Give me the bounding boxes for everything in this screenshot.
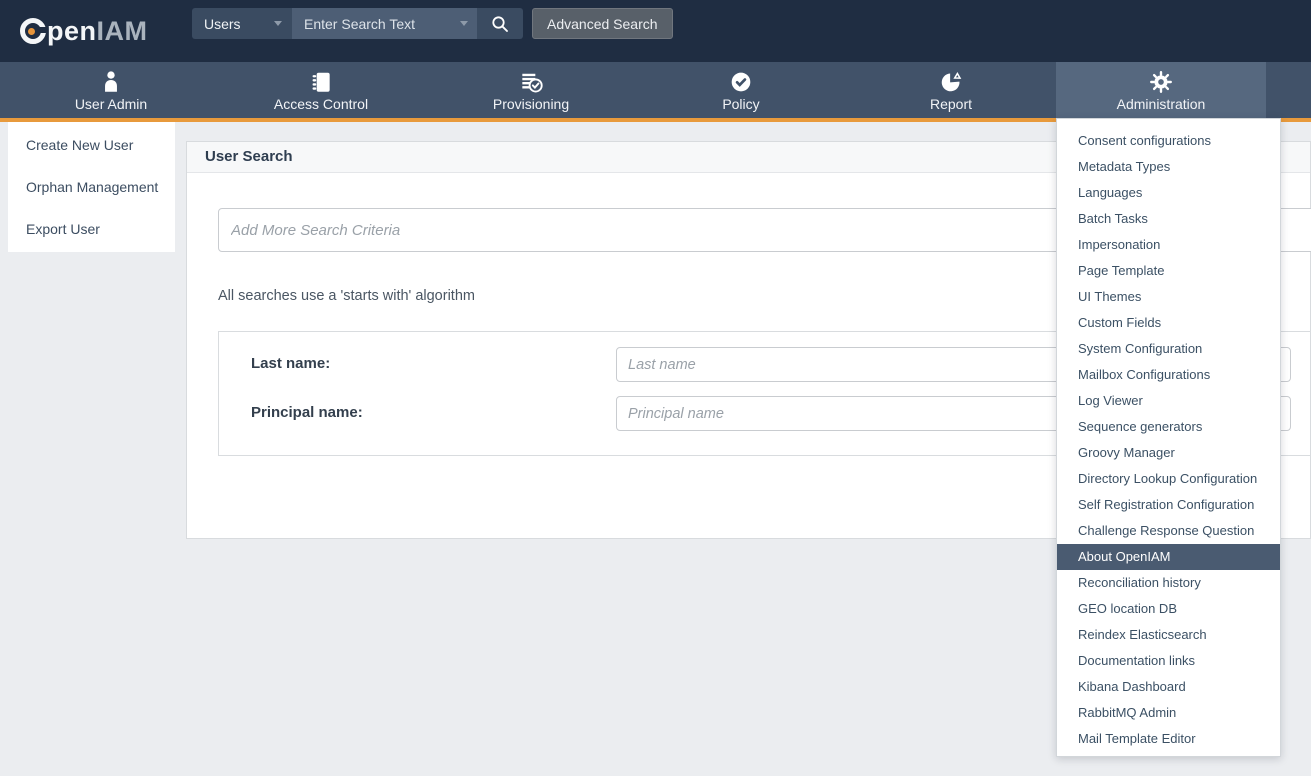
sidebar-item-orphan-management[interactable]: Orphan Management — [8, 166, 175, 208]
tab-user-admin[interactable]: User Admin — [6, 62, 216, 118]
menu-item-label: Metadata Types — [1078, 159, 1170, 174]
last-name-label: Last name: — [251, 347, 330, 382]
tab-report[interactable]: Report — [846, 62, 1056, 118]
screen: penIAM Users Advanced Search User Admin — [0, 0, 1311, 776]
menu-item[interactable]: Kibana Dashboard — [1057, 674, 1280, 700]
menu-item-label: Mailbox Configurations — [1078, 367, 1210, 382]
user-icon — [6, 68, 216, 95]
menu-item-label: Documentation links — [1078, 653, 1195, 668]
logo-o-icon — [20, 18, 46, 44]
search-scope-value: Users — [204, 16, 274, 32]
menu-item[interactable]: Challenge Response Question — [1057, 518, 1280, 544]
menu-item[interactable]: Groovy Manager — [1057, 440, 1280, 466]
menu-item-label: Reconciliation history — [1078, 575, 1201, 590]
menu-item[interactable]: Reconciliation history — [1057, 570, 1280, 596]
search-algorithm-note: All searches use a 'starts with' algorit… — [218, 288, 475, 304]
menu-item-label: Log Viewer — [1078, 393, 1143, 408]
menu-item-label: RabbitMQ Admin — [1078, 705, 1176, 720]
global-search-input[interactable] — [292, 8, 477, 39]
menu-item-label: Languages — [1078, 185, 1142, 200]
menu-item-label: Mail Template Editor — [1078, 731, 1196, 746]
advanced-search-button[interactable]: Advanced Search — [532, 8, 673, 39]
topbar: penIAM Users Advanced Search — [0, 0, 1311, 62]
logo-text-iam: IAM — [97, 16, 148, 47]
search-button[interactable] — [477, 8, 523, 39]
menu-item-label: Impersonation — [1078, 237, 1160, 252]
menu-item[interactable]: Metadata Types — [1057, 154, 1280, 180]
menu-item[interactable]: About OpenIAM — [1057, 544, 1280, 570]
menu-item[interactable]: Log Viewer — [1057, 388, 1280, 414]
main-nav: User Admin Access Control Provisioning P… — [0, 62, 1311, 118]
tab-label: Provisioning — [426, 95, 636, 113]
tab-label: Administration — [1056, 95, 1266, 113]
menu-item-label: GEO location DB — [1078, 601, 1177, 616]
tab-label: Access Control — [216, 95, 426, 113]
menu-item[interactable]: Self Registration Configuration — [1057, 492, 1280, 518]
tab-administration[interactable]: Administration — [1056, 62, 1266, 118]
menu-item[interactable]: System Configuration — [1057, 336, 1280, 362]
menu-item[interactable]: UI Themes — [1057, 284, 1280, 310]
tab-label: Policy — [636, 95, 846, 113]
tab-label: Report — [846, 95, 1056, 113]
principal-name-label: Principal name: — [251, 396, 363, 431]
menu-item-label: Custom Fields — [1078, 315, 1161, 330]
menu-item-label: Reindex Elasticsearch — [1078, 627, 1207, 642]
tab-provisioning[interactable]: Provisioning — [426, 62, 636, 118]
check-circle-icon — [636, 68, 846, 95]
search-scope-select[interactable]: Users — [192, 8, 292, 39]
gear-icon — [1056, 68, 1266, 95]
menu-item[interactable]: Impersonation — [1057, 232, 1280, 258]
tab-label: User Admin — [6, 95, 216, 113]
menu-item[interactable]: Custom Fields — [1057, 310, 1280, 336]
chevron-down-icon — [274, 21, 282, 26]
administration-menu: Consent configurations Metadata Types La… — [1056, 118, 1281, 757]
menu-item[interactable]: Mailbox Configurations — [1057, 362, 1280, 388]
logo-orange-dot-icon — [28, 28, 35, 35]
menu-item[interactable]: Page Template — [1057, 258, 1280, 284]
menu-item[interactable]: GEO location DB — [1057, 596, 1280, 622]
menu-item[interactable]: RabbitMQ Admin — [1057, 700, 1280, 726]
menu-item-label: Self Registration Configuration — [1078, 497, 1254, 512]
menu-item-label: Page Template — [1078, 263, 1165, 278]
menu-item[interactable]: Documentation links — [1057, 648, 1280, 674]
menu-item-label: Groovy Manager — [1078, 445, 1175, 460]
menu-item-label: Consent configurations — [1078, 133, 1211, 148]
pie-chart-icon — [846, 68, 1056, 95]
search-icon — [489, 13, 511, 35]
sidebar-item-create-new-user[interactable]: Create New User — [8, 124, 175, 166]
menu-item-label: Sequence generators — [1078, 419, 1202, 434]
menu-item[interactable]: Mail Template Editor — [1057, 726, 1280, 752]
openiam-logo[interactable]: penIAM — [20, 0, 148, 62]
chevron-down-icon[interactable] — [460, 21, 468, 26]
sidebar-item-export-user[interactable]: Export User — [8, 208, 175, 250]
sidebar: Create New User Orphan Management Export… — [8, 122, 175, 252]
menu-item-label: Batch Tasks — [1078, 211, 1148, 226]
menu-item-label: System Configuration — [1078, 341, 1202, 356]
logo-text-pen: pen — [47, 16, 97, 47]
tab-access-control[interactable]: Access Control — [216, 62, 426, 118]
page-title: User Search — [205, 148, 293, 165]
menu-item-label: Directory Lookup Configuration — [1078, 471, 1257, 486]
menu-item-label: UI Themes — [1078, 289, 1141, 304]
menu-item-label: Challenge Response Question — [1078, 523, 1254, 538]
menu-item[interactable]: Consent configurations — [1057, 128, 1280, 154]
list-check-icon — [426, 68, 636, 95]
address-book-icon — [216, 68, 426, 95]
menu-item-label: About OpenIAM — [1078, 549, 1171, 564]
menu-item-label: Kibana Dashboard — [1078, 679, 1186, 694]
global-search-wrap — [292, 8, 477, 39]
menu-item[interactable]: Languages — [1057, 180, 1280, 206]
menu-item[interactable]: Batch Tasks — [1057, 206, 1280, 232]
tab-policy[interactable]: Policy — [636, 62, 846, 118]
menu-item[interactable]: Sequence generators — [1057, 414, 1280, 440]
menu-item[interactable]: Directory Lookup Configuration — [1057, 466, 1280, 492]
menu-item[interactable]: Reindex Elasticsearch — [1057, 622, 1280, 648]
global-search-group: Users — [192, 8, 523, 39]
